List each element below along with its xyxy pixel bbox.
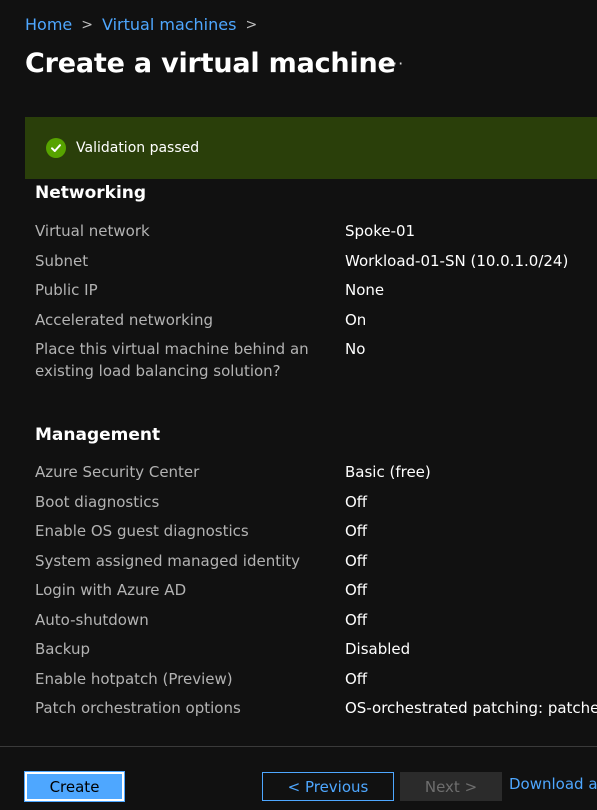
boot-diagnostics-value: Off: [345, 493, 368, 511]
load-balancing-label: Place this virtual machine behind an exi…: [35, 340, 309, 380]
accelerated-networking-value: On: [345, 311, 367, 329]
hotpatch-label: Enable hotpatch (Preview): [35, 670, 233, 688]
backup-value: Disabled: [345, 640, 411, 658]
managed-identity-value: Off: [345, 552, 368, 570]
boot-diagnostics-label: Boot diagnostics: [35, 493, 160, 511]
load-balancing-value: No: [345, 340, 366, 358]
public-ip-label: Public IP: [35, 281, 98, 299]
os-guest-diagnostics-value: Off: [345, 522, 368, 540]
azure-ad-login-value: Off: [345, 581, 368, 599]
azure-ad-login-label: Login with Azure AD: [35, 581, 187, 599]
management-section-title: Management: [35, 425, 161, 445]
security-center-value: Basic (free): [345, 463, 431, 481]
breadcrumb: Home > Virtual machines >: [25, 15, 266, 34]
breadcrumb-virtual-machines-link[interactable]: Virtual machines: [102, 15, 236, 34]
virtual-network-label: Virtual network: [35, 222, 150, 240]
subnet-value: Workload-01-SN (10.0.1.0/24): [345, 252, 569, 270]
networking-section-title: Networking: [35, 183, 147, 203]
chevron-right-icon: >: [81, 16, 93, 33]
subnet-label: Subnet: [35, 252, 89, 270]
next-button[interactable]: Next >: [400, 772, 502, 801]
download-template-link[interactable]: Download a: [509, 775, 597, 793]
managed-identity-label: System assigned managed identity: [35, 552, 301, 570]
breadcrumb-home-link[interactable]: Home: [25, 15, 72, 34]
public-ip-value: None: [345, 281, 385, 299]
auto-shutdown-value: Off: [345, 611, 368, 629]
chevron-right-icon: >: [245, 16, 258, 33]
previous-button[interactable]: < Previous: [262, 772, 394, 801]
validation-banner: Validation passed: [25, 117, 597, 179]
patch-orchestration-value: OS-orchestrated patching: patches: [345, 699, 597, 717]
virtual-network-value: Spoke-01: [345, 222, 416, 240]
page-title: Create a virtual machine: [25, 48, 396, 79]
validation-message: Validation passed: [76, 140, 200, 156]
accelerated-networking-label: Accelerated networking: [35, 311, 213, 329]
hotpatch-value: Off: [345, 670, 368, 688]
security-center-label: Azure Security Center: [35, 463, 200, 481]
check-circle-icon: [46, 138, 66, 158]
more-options-icon[interactable]: ···: [386, 54, 404, 73]
footer-divider: [0, 746, 597, 747]
create-button[interactable]: Create: [24, 771, 125, 802]
create-vm-page: Home > Virtual machines > Create a virtu…: [0, 0, 597, 810]
auto-shutdown-label: Auto-shutdown: [35, 611, 149, 629]
os-guest-diagnostics-label: Enable OS guest diagnostics: [35, 522, 249, 540]
patch-orchestration-label: Patch orchestration options: [35, 699, 241, 717]
backup-label: Backup: [35, 640, 90, 658]
